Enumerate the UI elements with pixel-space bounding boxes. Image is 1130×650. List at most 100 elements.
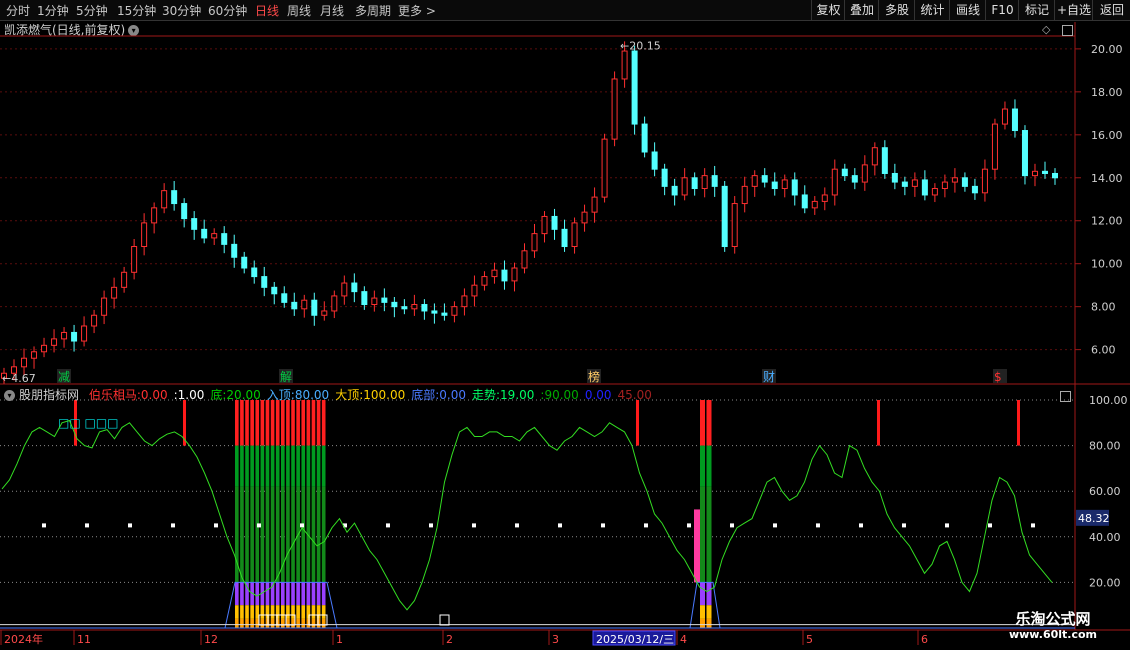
indicator-bar xyxy=(250,445,254,487)
indicator-param-9: 45.00 xyxy=(617,388,652,402)
candle-body xyxy=(761,175,768,183)
indicator-bar xyxy=(235,582,239,606)
chevron-down-icon[interactable]: ▾ xyxy=(4,390,15,401)
indicator-bar xyxy=(235,486,239,583)
candle-body xyxy=(491,269,498,278)
candle-body xyxy=(321,310,328,316)
indicator-bar xyxy=(291,445,295,487)
indicator-bar xyxy=(706,400,712,446)
candle-body xyxy=(781,179,788,190)
indicator-bar xyxy=(321,400,326,446)
candle-body xyxy=(861,164,868,183)
indicator-bar xyxy=(286,605,290,619)
candle-body xyxy=(81,325,88,342)
candle-body xyxy=(171,190,178,205)
indicator-label: 20.00 xyxy=(1089,576,1121,589)
event-marker: 减 xyxy=(58,370,70,384)
indicator-bar xyxy=(306,400,311,446)
watermark-url: www.60lt.com xyxy=(1008,628,1098,641)
candle-body xyxy=(621,50,628,80)
signal-spike xyxy=(877,400,880,446)
indicator-bar xyxy=(706,486,712,583)
time-label: 4 xyxy=(680,633,687,646)
candle-body xyxy=(291,301,298,310)
indicator-bar xyxy=(286,618,290,628)
indicator-bar xyxy=(245,582,249,606)
axis-labels: 20.0018.0016.0014.0012.0010.008.006.0010… xyxy=(0,40,1128,646)
indicator-bar xyxy=(281,582,285,606)
candle-body xyxy=(521,250,528,269)
indicator-bar xyxy=(286,486,290,583)
candle-body xyxy=(1052,172,1058,179)
candle-body xyxy=(571,222,578,248)
indicator-bar xyxy=(255,400,260,446)
indicator-bar xyxy=(311,486,316,583)
candle-body xyxy=(361,291,368,306)
indicator-bar xyxy=(245,445,249,487)
indicator-bar xyxy=(291,582,295,606)
indicator-bar xyxy=(286,400,290,446)
candle-body xyxy=(901,181,908,187)
indicator-bar xyxy=(306,582,311,606)
high-annotation: ←20.15 xyxy=(620,40,661,53)
candle-body xyxy=(241,256,248,269)
candle-body xyxy=(91,314,98,327)
candlesticks xyxy=(1,41,1058,384)
candle-body xyxy=(601,138,608,198)
candle-body xyxy=(181,203,188,220)
watermark-site: 乐淘公式网 xyxy=(1015,610,1091,628)
trend-line xyxy=(1,419,1053,611)
event-marker: 解 xyxy=(280,370,292,384)
candle-body xyxy=(811,200,818,209)
diamond-icon[interactable]: ◇ xyxy=(1042,23,1050,36)
indicator-bar xyxy=(270,618,275,628)
level-dot xyxy=(42,523,46,528)
indicator-label: 60.00 xyxy=(1089,485,1121,498)
panel-icons: ◇ xyxy=(1042,23,1073,36)
candle-body xyxy=(481,276,488,286)
candle-body xyxy=(401,306,408,310)
chart-area[interactable]: □□ □□□ 20.0018.0016.0014.0012.0010.008.0… xyxy=(0,0,1130,650)
indicator-bar xyxy=(321,605,326,619)
panel-toggle-icon[interactable] xyxy=(1061,24,1073,36)
indicator-bar xyxy=(250,400,254,446)
indicator-bar xyxy=(245,605,249,619)
indicator-bar xyxy=(306,445,311,487)
price-label: 14.00 xyxy=(1091,172,1123,185)
indicator-bar xyxy=(706,582,712,606)
indicator-bar xyxy=(301,582,306,606)
indicator-bar xyxy=(265,618,270,628)
candle-body xyxy=(151,207,158,224)
candle-body xyxy=(741,185,748,205)
time-label: 12 xyxy=(204,633,218,646)
candle-body xyxy=(921,179,928,196)
indicator-bar xyxy=(265,605,270,619)
price-label: 6.00 xyxy=(1091,344,1116,357)
indicator-bar xyxy=(706,618,712,628)
candle-body xyxy=(561,228,568,248)
level-dot xyxy=(472,523,476,528)
candle-body xyxy=(381,297,388,303)
panel-toggle-icon[interactable] xyxy=(1060,390,1071,402)
indicator-bar xyxy=(706,605,712,619)
indicator-bar xyxy=(700,445,705,487)
level-dot xyxy=(902,523,906,528)
level-dot xyxy=(730,523,734,528)
level-dot xyxy=(644,523,648,528)
candle-body xyxy=(881,147,888,174)
indicator-bar xyxy=(316,445,321,487)
candle-body xyxy=(231,243,238,258)
indicator-bar xyxy=(311,400,316,446)
candle-body xyxy=(961,177,968,187)
candle-body xyxy=(721,185,728,248)
candle-body xyxy=(871,147,878,166)
level-dot xyxy=(386,523,390,528)
indicator-param-1: :1.00 xyxy=(173,388,205,402)
panel-icons-indicator xyxy=(1060,389,1071,402)
candle-body xyxy=(221,233,228,245)
signal-spike xyxy=(1017,400,1020,446)
signal-spike xyxy=(636,400,639,446)
indicator-bar xyxy=(321,618,326,628)
indicator-bar xyxy=(281,445,285,487)
candle-body xyxy=(631,50,638,125)
